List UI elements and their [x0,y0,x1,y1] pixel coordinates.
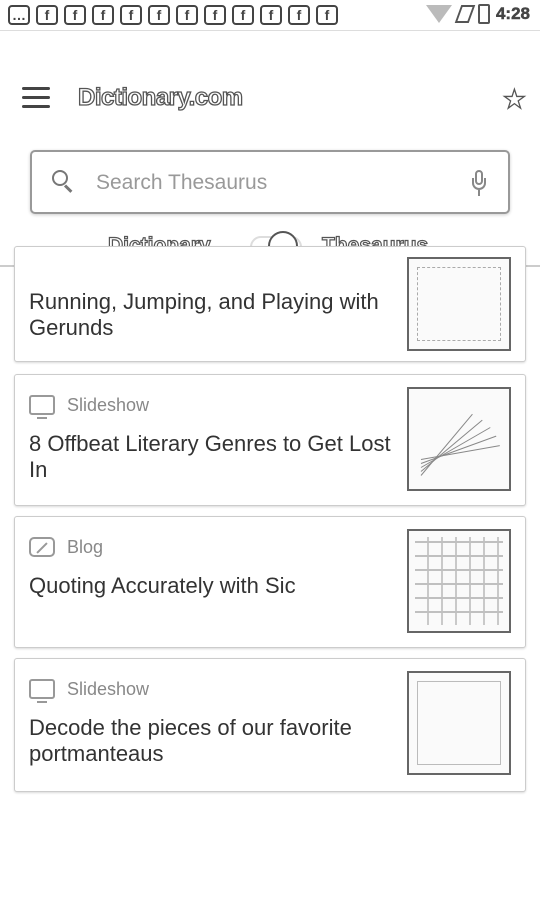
hamburger-menu-icon[interactable] [22,87,50,109]
slideshow-icon [29,395,55,419]
feed-card[interactable]: Slideshow 8 Offbeat Literary Genres to G… [14,374,526,506]
facebook-notification-icon: f [36,5,58,25]
card-title: Decode the pieces of our favorite portma… [29,715,352,766]
facebook-notification-icon: f [260,5,282,25]
card-type: Slideshow [29,677,150,703]
facebook-notification-icon: f [120,5,142,25]
facebook-notification-icon: f [64,5,86,25]
card-title: Running, Jumping, and Playing with Gerun… [29,289,379,340]
facebook-notification-icon: f [232,5,254,25]
facebook-notification-icon: f [92,5,114,25]
card-type: Blog [29,535,103,559]
app-logo: Dictionary.com [77,83,243,111]
search-box[interactable] [30,150,510,214]
card-thumbnail [407,671,511,775]
microphone-icon[interactable] [472,170,486,196]
status-bar: … f f f f f f f f f f f 4:28 [0,0,540,31]
facebook-notification-icon: f [148,5,170,25]
slideshow-icon [29,679,55,703]
blog-icon [29,537,55,557]
search-input[interactable] [94,162,458,204]
search-icon [52,170,73,193]
wifi-icon [425,5,452,23]
feed-card[interactable]: Slideshow Decode the pieces of our favor… [14,658,526,792]
facebook-notification-icon: f [316,5,338,25]
feed-card[interactable]: Running, Jumping, and Playing with Gerun… [14,246,526,362]
signal-icon [454,5,476,23]
feed-card[interactable]: Blog Quoting Accurately with Sic [14,516,526,648]
app-header: Dictionary.com ★ Dictionary Thesaurus [0,31,540,267]
card-title: Quoting Accurately with Sic [29,573,296,598]
status-indicators: 4:28 [425,4,531,24]
clock: 4:28 [495,4,531,24]
card-type-label: Slideshow [67,394,150,415]
favorites-star-icon[interactable]: ★ [502,85,527,112]
card-type-label: Slideshow [67,678,150,699]
message-notification-icon: … [8,5,30,25]
facebook-notification-icon: f [176,5,198,25]
card-type: Slideshow [29,393,150,419]
facebook-notification-icon: f [288,5,310,25]
notification-icons: … f f f f f f f f f f f [8,5,338,25]
card-type-label: Blog [67,536,104,557]
facebook-notification-icon: f [204,5,226,25]
card-thumbnail [407,387,511,491]
card-thumbnail [407,529,511,633]
card-title: 8 Offbeat Literary Genres to Get Lost In [29,431,391,482]
battery-icon [477,4,490,24]
card-thumbnail [407,257,511,351]
